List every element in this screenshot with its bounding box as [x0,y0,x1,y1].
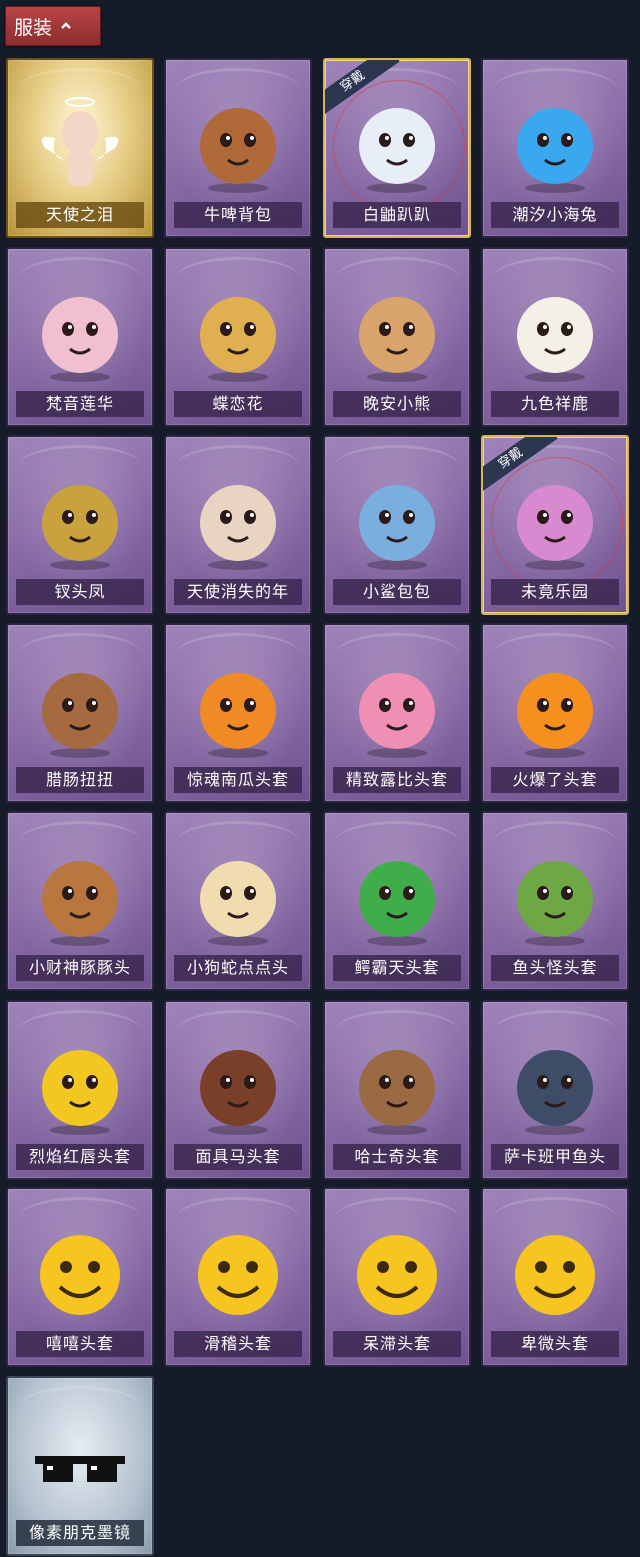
costume-section-toggle[interactable]: 服装 [5,6,101,46]
costume-name: 晚安小熊 [333,391,461,417]
costume-name: 腊肠扭扭 [16,767,144,793]
costume-card[interactable]: 萨卡班甲鱼头 [481,1000,629,1180]
fish-monster-head-icon [517,861,593,946]
costume-name: 小财神豚豚头 [16,955,144,981]
flame-head-icon [517,673,593,758]
costume-card[interactable]: 晚安小熊 [323,247,471,427]
funny-emoji-head-icon [198,1235,278,1315]
costume-name: 牛啤背包 [174,202,302,228]
costume-card[interactable]: 像素朋克墨镜 [6,1376,154,1556]
costume-name: 鳄霸天头套 [333,955,461,981]
bell-wreath-icon [200,297,276,382]
costume-name: 精致露比头套 [333,767,461,793]
costume-name: 像素朋克墨镜 [16,1520,144,1546]
capybara-head-icon [42,861,118,946]
costume-name: 未竟乐园 [491,579,619,605]
costume-card[interactable]: 天使之泪 [6,58,154,238]
costume-name: 小狗蛇点点头 [174,955,302,981]
fairy-doll-icon [517,485,593,570]
horse-mask-icon [200,1050,276,1135]
costume-name: 惊魂南瓜头套 [174,767,302,793]
section-title: 服装 [14,16,53,39]
costume-name: 萨卡班甲鱼头 [491,1144,619,1170]
costume-name: 哈士奇头套 [333,1144,461,1170]
costume-card[interactable]: 火爆了头套 [481,623,629,803]
pixel-sunglasses-icon [35,1456,125,1482]
costume-name: 潮汐小海兔 [491,202,619,228]
costume-name: 九色祥鹿 [491,391,619,417]
costume-name: 面具马头套 [174,1144,302,1170]
costume-name: 天使消失的年 [174,579,302,605]
angel-girl-icon [200,485,276,570]
costume-card[interactable]: 滑稽头套 [164,1187,312,1367]
shark-bag-icon [359,485,435,570]
costume-card[interactable]: 鱼头怪头套 [481,811,629,991]
costume-name: 鱼头怪头套 [491,955,619,981]
costume-name: 蝶恋花 [174,391,302,417]
costume-card[interactable]: 小狗蛇点点头 [164,811,312,991]
costume-card[interactable]: 潮汐小海兔 [481,58,629,238]
snake-head-icon [200,861,276,946]
costume-card[interactable]: 呆滞头套 [323,1187,471,1367]
costume-name: 小鲨包包 [333,579,461,605]
costume-card[interactable]: 蝶恋花 [164,247,312,427]
costume-name: 嘻嘻头套 [16,1331,144,1357]
husky-head-icon [359,1050,435,1135]
costume-card[interactable]: 梵音莲华 [6,247,154,427]
costume-card[interactable]: 牛啤背包 [164,58,312,238]
costume-card[interactable]: 小鲨包包 [323,435,471,615]
costume-card[interactable]: 腊肠扭扭 [6,623,154,803]
costume-card[interactable]: 鳄霸天头套 [323,811,471,991]
costume-card[interactable]: 穿戴 白鼬趴趴 [323,58,471,238]
costume-card[interactable]: 哈士奇头套 [323,1000,471,1180]
costume-card[interactable]: 九色祥鹿 [481,247,629,427]
dazed-emoji-head-icon [357,1235,437,1315]
costume-card[interactable]: 穿戴 未竟乐园 [481,435,629,615]
crocodile-head-icon [359,861,435,946]
costume-name: 白鼬趴趴 [333,202,461,228]
deer-charm-icon [517,297,593,382]
costume-card[interactable]: 小财神豚豚头 [6,811,154,991]
chevron-up-icon [61,22,71,29]
costume-name: 火爆了头套 [491,767,619,793]
pumpkin-head-icon [200,673,276,758]
costume-card[interactable]: 精致露比头套 [323,623,471,803]
costume-card[interactable]: 惊魂南瓜头套 [164,623,312,803]
phoenix-crown-icon [42,485,118,570]
costume-card[interactable]: 烈焰红唇头套 [6,1000,154,1180]
costume-card[interactable]: 钗头凤 [6,435,154,615]
cow-barrel-icon [200,108,276,193]
costume-name: 钗头凤 [16,579,144,605]
costume-card[interactable]: 天使消失的年 [164,435,312,615]
costume-name: 呆滞头套 [333,1331,461,1357]
ermine-icon [359,108,435,193]
costume-name: 烈焰红唇头套 [16,1144,144,1170]
costume-card[interactable]: 卑微头套 [481,1187,629,1367]
costume-name: 天使之泪 [16,202,144,228]
grin-emoji-head-icon [40,1235,120,1315]
bear-charm-icon [359,297,435,382]
pink-beaver-head-icon [359,673,435,758]
costume-name: 卑微头套 [491,1331,619,1357]
humble-emoji-head-icon [515,1235,595,1315]
fish-head-icon [517,1050,593,1135]
dachshund-head-icon [42,673,118,758]
costume-card[interactable]: 面具马头套 [164,1000,312,1180]
sea-bunny-icon [517,108,593,193]
costume-name: 梵音莲华 [16,391,144,417]
angel-icon [41,97,119,186]
costume-name: 滑稽头套 [174,1331,302,1357]
lotus-doll-icon [42,297,118,382]
yellow-mouse-head-icon [42,1050,118,1135]
costume-card[interactable]: 嘻嘻头套 [6,1187,154,1367]
